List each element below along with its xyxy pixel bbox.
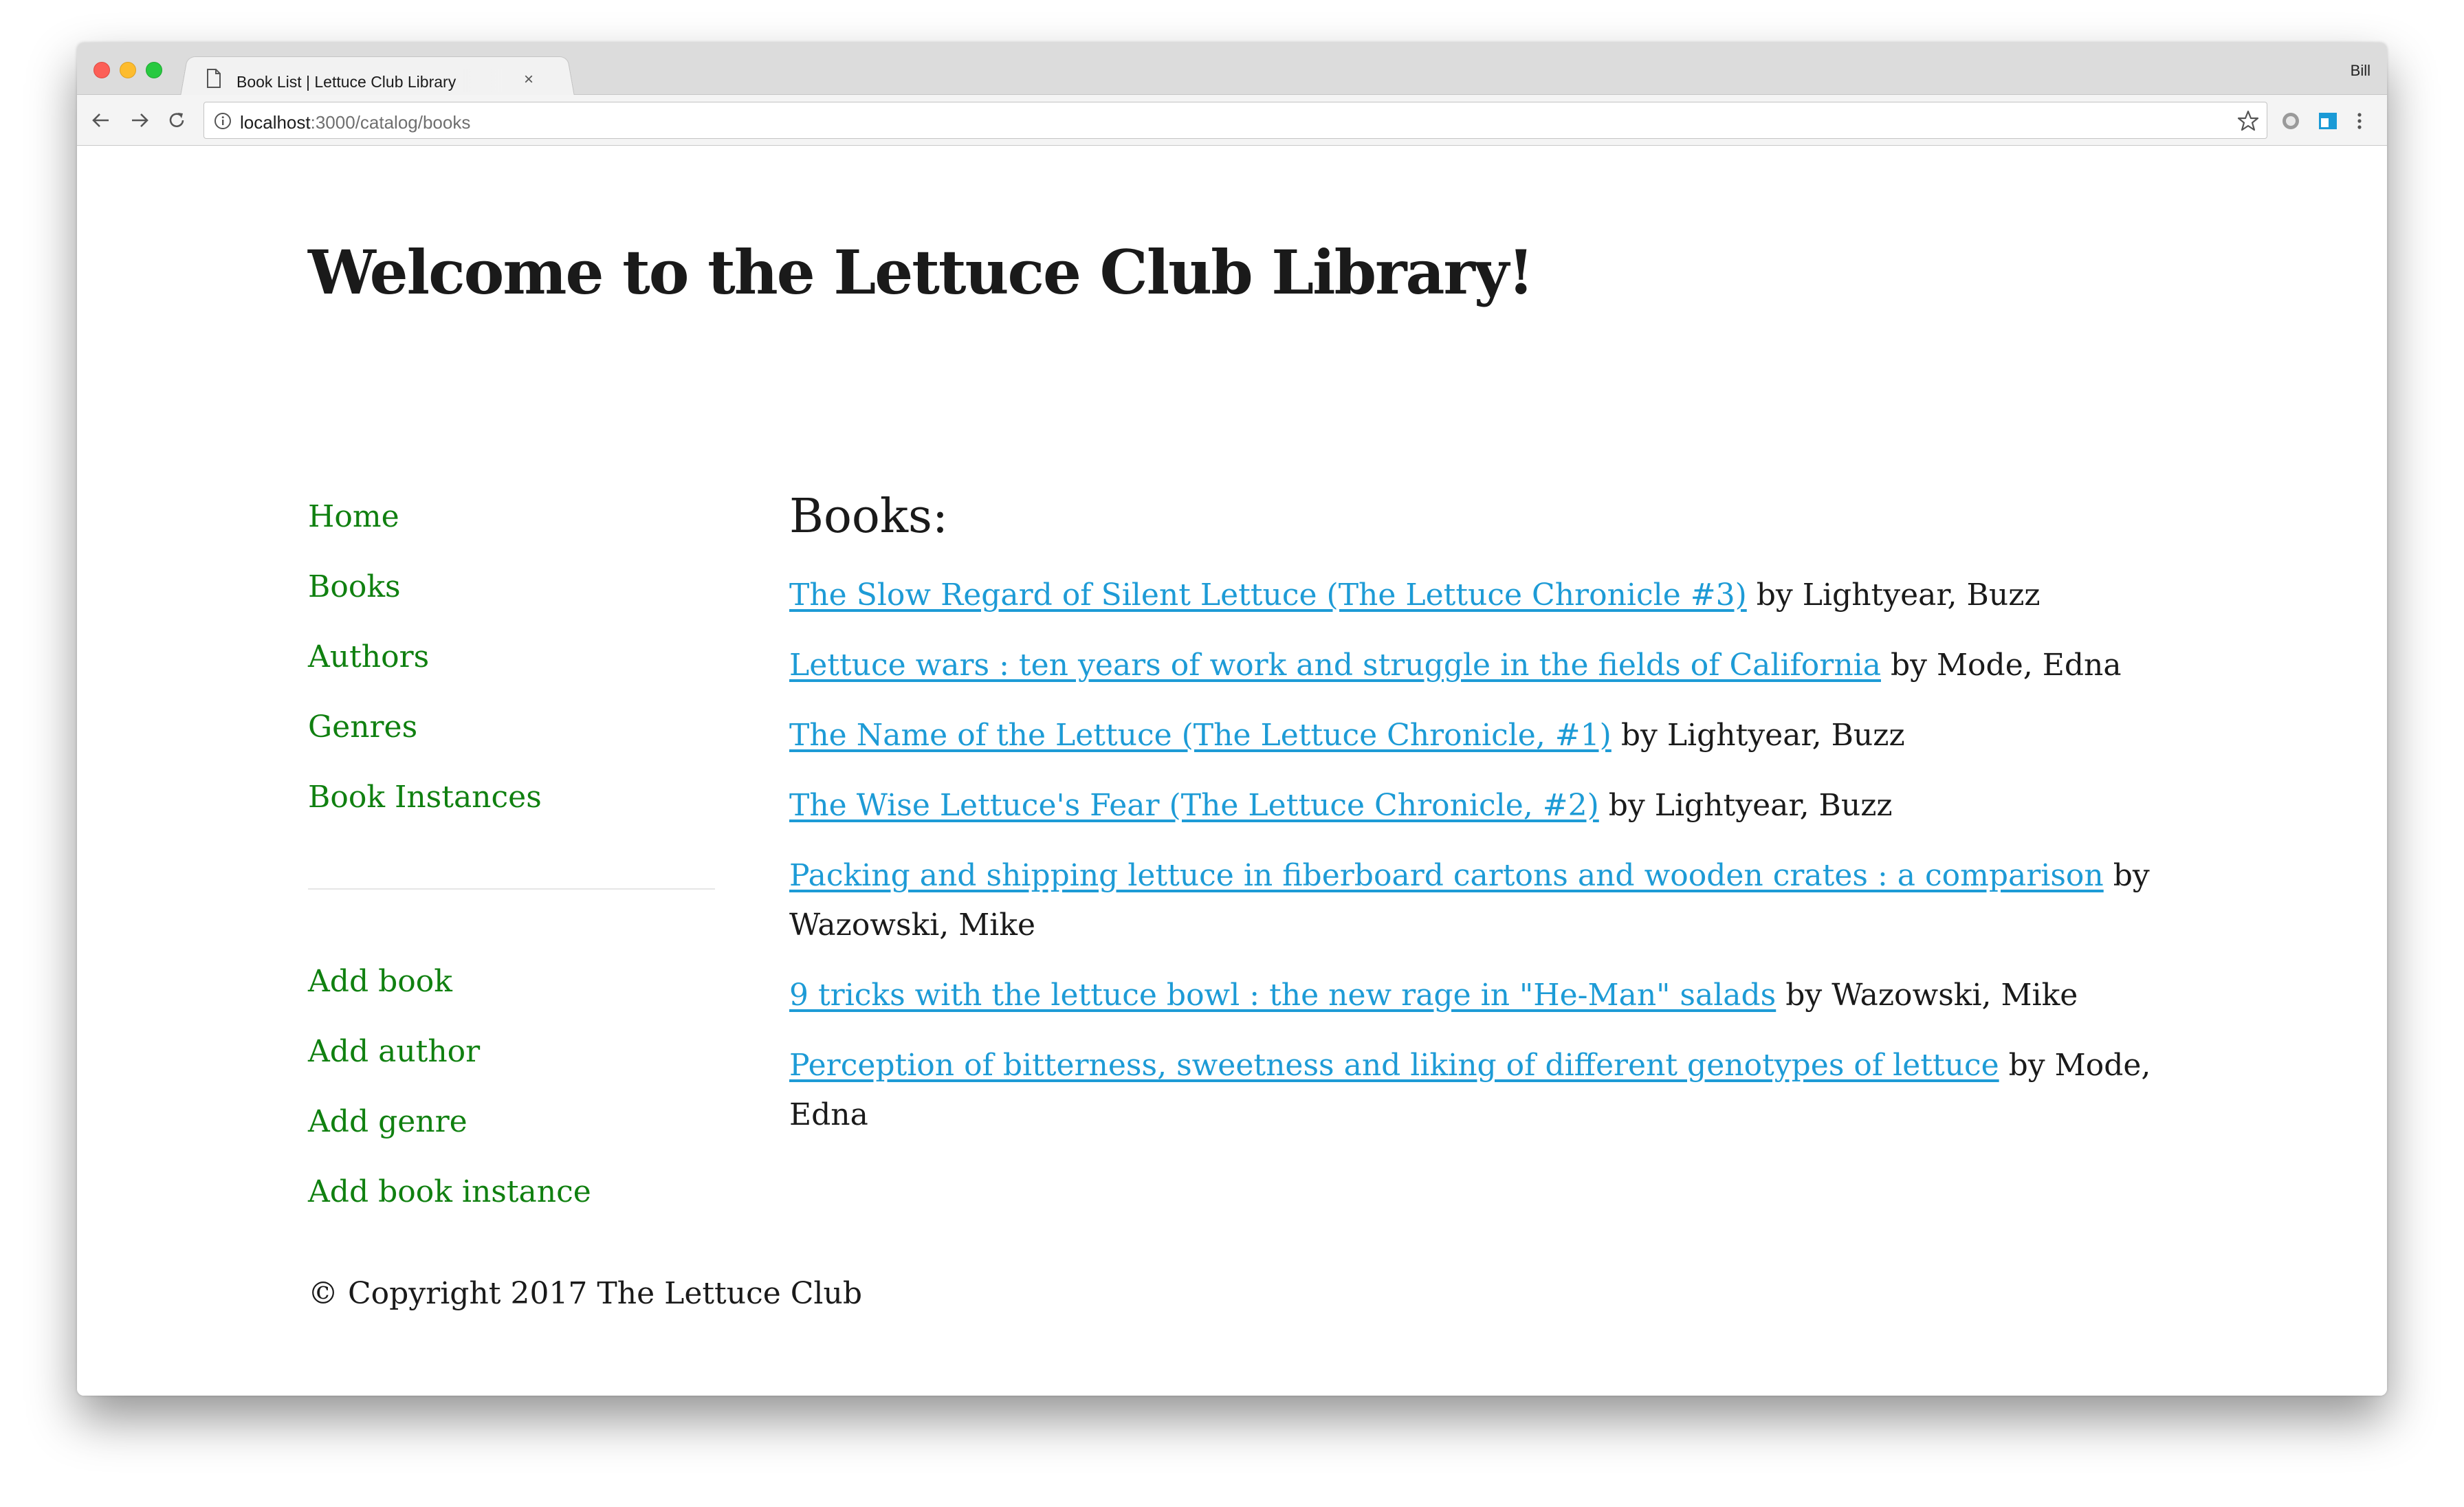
kebab-menu-icon[interactable] bbox=[2353, 110, 2366, 132]
welcome-prefix: Welcome to the bbox=[308, 236, 834, 308]
browser-toolbar: localhost:3000/catalog/books bbox=[77, 95, 2387, 146]
book-author: by Mode, Edna bbox=[1880, 648, 2122, 683]
sidebar-item-books[interactable]: Books bbox=[308, 569, 401, 604]
list-item: Lettuce wars : ten years of work and str… bbox=[789, 641, 2157, 690]
profile-name[interactable]: Bill bbox=[2351, 62, 2370, 80]
book-author: by Lightyear, Buzz bbox=[1598, 788, 1893, 823]
book-title-link[interactable]: The Wise Lettuce's Fear (The Lettuce Chr… bbox=[789, 788, 1599, 823]
books-heading: Books: bbox=[789, 490, 948, 544]
bookmark-star-icon[interactable] bbox=[2236, 109, 2260, 133]
book-list: The Slow Regard of Silent Lettuce (The L… bbox=[789, 571, 2157, 1160]
close-window-button[interactable] bbox=[94, 62, 110, 78]
forward-arrow-icon[interactable] bbox=[129, 110, 150, 131]
tab-strip: Book List | Lettuce Club Library × Bill bbox=[77, 43, 2387, 96]
window-extension-icon[interactable] bbox=[2317, 110, 2339, 132]
reload-icon[interactable] bbox=[166, 110, 187, 131]
tab-close-icon[interactable]: × bbox=[524, 70, 534, 89]
footer-copyright: © Copyright 2017 The Lettuce Club bbox=[308, 1276, 862, 1311]
maximize-window-button[interactable] bbox=[146, 62, 162, 78]
browser-window: Book List | Lettuce Club Library × Bill … bbox=[77, 43, 2387, 1396]
add-book-instance-link[interactable]: Add book instance bbox=[308, 1174, 591, 1209]
url-host: localhost bbox=[240, 112, 311, 133]
browser-tab-content[interactable]: Book List | Lettuce Club Library × bbox=[201, 59, 572, 100]
book-author: by Wazowski, Mike bbox=[1776, 978, 2078, 1013]
welcome-suffix: ! bbox=[1508, 236, 1534, 308]
book-author: by Lightyear, Buzz bbox=[1611, 718, 1905, 753]
minimize-window-button[interactable] bbox=[120, 62, 136, 78]
add-book-link[interactable]: Add book bbox=[308, 964, 452, 999]
list-item: Packing and shipping lettuce in fiberboa… bbox=[789, 851, 2157, 950]
info-icon[interactable] bbox=[214, 112, 232, 130]
list-item: Perception of bitterness, sweetness and … bbox=[789, 1041, 2157, 1140]
sidebar-item-authors[interactable]: Authors bbox=[308, 639, 429, 674]
book-title-link[interactable]: Packing and shipping lettuce in fiberboa… bbox=[789, 858, 2104, 893]
add-author-link[interactable]: Add author bbox=[308, 1034, 480, 1069]
list-item: The Wise Lettuce's Fear (The Lettuce Chr… bbox=[789, 781, 2157, 830]
sidebar-divider bbox=[308, 888, 715, 890]
sidebar-item-book-instances[interactable]: Book Instances bbox=[308, 780, 542, 815]
list-item: The Name of the Lettuce (The Lettuce Chr… bbox=[789, 711, 2157, 760]
tab-title-fade bbox=[462, 69, 503, 92]
circle-extension-icon[interactable] bbox=[2280, 110, 2302, 132]
book-title-link[interactable]: The Name of the Lettuce (The Lettuce Chr… bbox=[789, 718, 1612, 753]
list-item: The Slow Regard of Silent Lettuce (The L… bbox=[789, 571, 2157, 620]
back-arrow-icon[interactable] bbox=[91, 110, 111, 131]
page-title: Welcome to the Lettuce Club Library! bbox=[308, 236, 1534, 308]
url-path: :3000/catalog/books bbox=[310, 112, 471, 133]
book-title-link[interactable]: Lettuce wars : ten years of work and str… bbox=[789, 648, 1881, 683]
url-text[interactable]: localhost:3000/catalog/books bbox=[240, 112, 470, 133]
page-icon bbox=[207, 69, 221, 88]
tab-title: Book List | Lettuce Club Library bbox=[236, 73, 456, 91]
sidebar-item-genres[interactable]: Genres bbox=[308, 710, 417, 745]
add-genre-link[interactable]: Add genre bbox=[308, 1104, 468, 1139]
address-bar[interactable]: localhost:3000/catalog/books bbox=[204, 102, 2267, 139]
book-title-link[interactable]: Perception of bitterness, sweetness and … bbox=[789, 1048, 1999, 1083]
sidebar-item-home[interactable]: Home bbox=[308, 499, 399, 534]
library-name: Lettuce Club Library bbox=[833, 236, 1509, 308]
list-item: 9 tricks with the lettuce bowl : the new… bbox=[789, 971, 2157, 1020]
book-title-link[interactable]: 9 tricks with the lettuce bowl : the new… bbox=[789, 978, 1776, 1013]
page-content: Welcome to the Lettuce Club Library! Hom… bbox=[77, 146, 2387, 1396]
book-title-link[interactable]: The Slow Regard of Silent Lettuce (The L… bbox=[789, 578, 1747, 613]
book-author: by Lightyear, Buzz bbox=[1746, 578, 2040, 613]
